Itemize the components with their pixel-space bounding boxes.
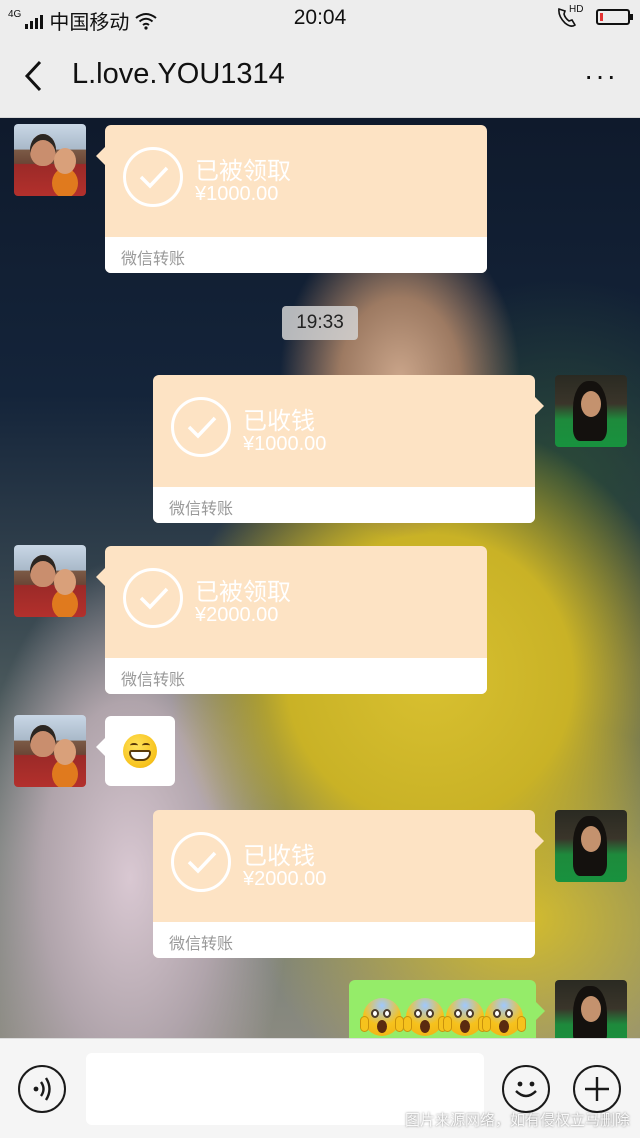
check-icon [123,568,183,628]
transfer-footer: 微信转账 [153,922,535,958]
scream-emoji [482,998,526,1036]
transfer-bubble[interactable]: 已收钱 ¥2000.00 微信转账 [153,810,544,958]
contact-avatar[interactable] [14,545,86,617]
scream-emoji [360,998,404,1036]
transfer-bubble[interactable]: 已被领取 ¥1000.00 微信转账 [96,125,487,273]
status-right: HD [556,4,633,28]
hd-label: HD [569,4,584,15]
check-icon [171,832,231,892]
transfer-footer: 微信转账 [105,658,487,694]
chat-header: L.love.YOU1314 ··· [0,36,640,118]
transfer-amount: ¥2000.00 [195,604,279,626]
voice-icon[interactable] [18,1065,66,1113]
plus-icon[interactable] [573,1065,621,1113]
chat-messages[interactable]: 已被领取 ¥1000.00 微信转账 19:33 已收钱 ¥1000.00 微信… [0,118,640,1038]
chevron-left-icon[interactable] [20,58,50,94]
transfer-status: 已被领取 [195,158,291,185]
emoji-bubble[interactable] [349,980,545,1038]
transfer-bubble[interactable]: 已收钱 ¥1000.00 微信转账 [153,375,544,523]
transfer-top: 已被领取 ¥2000.00 [105,546,487,658]
my-avatar[interactable] [555,810,627,882]
watermark-text: 图片来源网络，如有侵权立马删除 [404,1112,630,1129]
transfer-status: 已收钱 [243,408,315,435]
contact-avatar[interactable] [14,715,86,787]
transfer-amount: ¥1000.00 [243,433,327,455]
transfer-bubble[interactable]: 已被领取 ¥2000.00 微信转账 [96,546,487,694]
transfer-footer: 微信转账 [105,237,487,273]
grin-emoji [123,734,157,768]
check-icon [123,147,183,207]
smiley-icon[interactable] [502,1065,550,1113]
status-time: 20:04 [293,6,347,29]
emoji-bubble[interactable] [96,716,175,786]
check-icon [171,397,231,457]
transfer-footer: 微信转账 [153,487,535,523]
more-dots-icon[interactable]: ··· [584,62,618,90]
transfer-amount: ¥2000.00 [243,868,327,890]
input-bar: 图片来源网络，如有侵权立马删除 [0,1038,640,1138]
chat-title: L.love.YOU1314 [72,58,285,90]
my-avatar[interactable] [555,980,627,1038]
my-avatar[interactable] [555,375,627,447]
hd-call-icon: HD [556,4,584,28]
transfer-top: 已被领取 ¥1000.00 [105,125,487,237]
status-bar: 4G 中国移动 20:04 HD [0,0,640,36]
scream-emoji [403,998,447,1036]
contact-avatar[interactable] [14,124,86,196]
transfer-top: 已收钱 ¥1000.00 [153,375,535,487]
transfer-amount: ¥1000.00 [195,183,279,205]
battery-icon [596,9,633,25]
transfer-status: 已被领取 [195,579,291,606]
scream-emoji [443,998,487,1036]
transfer-top: 已收钱 ¥2000.00 [153,810,535,922]
transfer-status: 已收钱 [243,843,315,870]
battery-level [600,13,603,21]
message-timestamp: 19:33 [282,306,358,340]
